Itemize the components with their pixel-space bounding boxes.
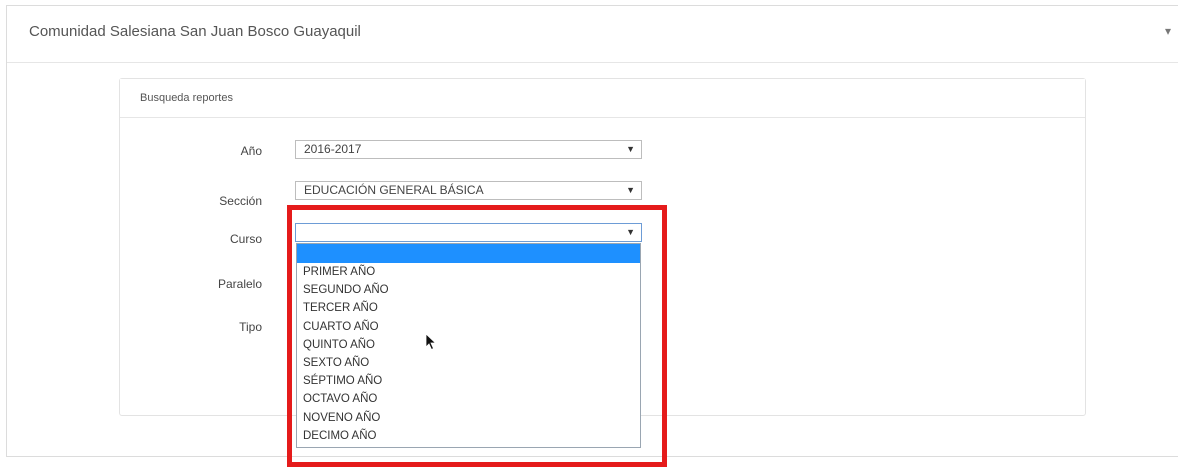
panel-title: Busqueda reportes	[140, 92, 233, 104]
curso-dropdown-list[interactable]: PRIMER AÑO SEGUNDO AÑO TERCER AÑO CUARTO AÑ…	[296, 243, 641, 448]
seccion-select[interactable]: EDUCACIÓN GENERAL BÁSICA ▼	[295, 181, 642, 200]
header-menu-caret-icon[interactable]: ▾	[1165, 24, 1171, 38]
app-title: Comunidad Salesiana San Juan Bosco Guaya…	[29, 23, 361, 40]
chevron-down-icon: ▼	[626, 185, 635, 195]
curso-option[interactable]: SÉPTIMO AÑO	[297, 372, 640, 390]
curso-select[interactable]: ▼	[295, 223, 642, 242]
curso-option[interactable]: TERCER AÑO	[297, 299, 640, 317]
chevron-down-icon: ▼	[626, 144, 635, 154]
anio-select-value: 2016-2017	[304, 142, 362, 156]
curso-option[interactable]: OCTAVO AÑO	[297, 390, 640, 408]
curso-option[interactable]: CUARTO AÑO	[297, 318, 640, 336]
app-header: Comunidad Salesiana San Juan Bosco Guaya…	[7, 6, 1178, 63]
seccion-select-value: EDUCACIÓN GENERAL BÁSICA	[304, 183, 484, 197]
curso-option-empty[interactable]	[297, 244, 640, 263]
curso-option[interactable]: SEXTO AÑO	[297, 354, 640, 372]
mouse-pointer-icon	[425, 333, 437, 351]
panel-heading: Busqueda reportes	[120, 79, 1085, 118]
anio-label: Año	[240, 144, 262, 158]
chevron-down-icon: ▼	[626, 227, 635, 237]
curso-option[interactable]: NOVENO AÑO	[297, 409, 640, 427]
paralelo-label: Paralelo	[217, 277, 262, 291]
anio-select[interactable]: 2016-2017 ▼	[295, 140, 642, 159]
tipo-label: Tipo	[239, 320, 262, 334]
curso-label: Curso	[229, 232, 262, 246]
curso-option[interactable]: DECIMO AÑO	[297, 427, 640, 445]
curso-option[interactable]: SEGUNDO AÑO	[297, 281, 640, 299]
seccion-label: Sección	[219, 194, 262, 208]
curso-option[interactable]: PRIMER AÑO	[297, 263, 640, 281]
curso-option[interactable]: QUINTO AÑO	[297, 336, 640, 354]
